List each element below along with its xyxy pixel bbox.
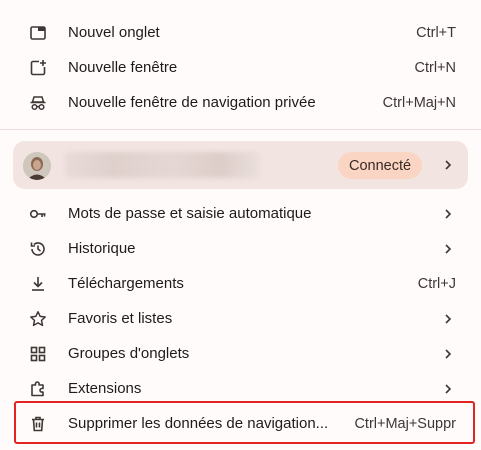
key-icon (26, 202, 50, 226)
menu-item-label: Mots de passe et saisie automatique (68, 204, 312, 222)
chevron-right-icon (445, 208, 452, 219)
new-tab-icon (26, 21, 50, 45)
menu-item-clear-browsing-data[interactable]: Supprimer les données de navigation... C… (0, 406, 481, 441)
menu-divider (0, 129, 481, 130)
profile-row[interactable]: Connecté (13, 141, 468, 189)
avatar (23, 152, 51, 180)
menu-item-history[interactable]: Historique (0, 231, 481, 266)
menu-item-new-window[interactable]: Nouvelle fenêtre Ctrl+N (0, 50, 481, 85)
menu-item-label: Nouvelle fenêtre de navigation privée (68, 93, 316, 111)
chevron-right-icon (445, 160, 452, 170)
menu-item-label: Téléchargements (68, 274, 184, 292)
menu-item-label: Nouvel onglet (68, 23, 160, 41)
trash-icon (26, 412, 50, 436)
menu-item-bookmarks[interactable]: Favoris et listes (0, 301, 481, 336)
incognito-icon (26, 91, 50, 115)
menu-item-label: Nouvelle fenêtre (68, 58, 178, 76)
menu-item-passwords[interactable]: Mots de passe et saisie automatique (0, 196, 481, 231)
star-icon (26, 307, 50, 331)
profile-name-blurred (65, 152, 260, 178)
puzzle-icon (26, 377, 50, 401)
chrome-main-menu: Nouvel onglet Ctrl+T Nouvelle fenêtre Ct… (0, 0, 481, 450)
menu-item-label: Historique (68, 239, 136, 257)
new-window-icon (26, 56, 50, 80)
status-badge: Connecté (338, 152, 423, 179)
download-icon (26, 272, 50, 296)
menu-item-extensions[interactable]: Extensions (0, 371, 481, 406)
menu-item-tab-groups[interactable]: Groupes d'onglets (0, 336, 481, 371)
menu-item-shortcut: Ctrl+Maj+N (382, 94, 456, 111)
menu-item-shortcut: Ctrl+Maj+Suppr (354, 415, 456, 432)
chevron-right-icon (445, 243, 452, 254)
chevron-right-icon (445, 313, 452, 324)
menu-item-downloads[interactable]: Téléchargements Ctrl+J (0, 266, 481, 301)
menu-item-shortcut: Ctrl+T (416, 24, 456, 41)
chevron-right-icon (445, 348, 452, 359)
menu-item-new-tab[interactable]: Nouvel onglet Ctrl+T (0, 15, 481, 50)
menu-item-label: Supprimer les données de navigation... (68, 414, 329, 432)
menu-item-shortcut: Ctrl+J (417, 275, 456, 292)
menu-item-label: Extensions (68, 379, 142, 397)
menu-item-new-private-window[interactable]: Nouvelle fenêtre de navigation privée Ct… (0, 85, 481, 120)
chevron-right-icon (445, 383, 452, 394)
tab-groups-icon (26, 342, 50, 366)
menu-item-label: Groupes d'onglets (68, 344, 190, 362)
menu-item-shortcut: Ctrl+N (414, 59, 457, 76)
history-icon (26, 237, 50, 261)
menu-item-label: Favoris et listes (68, 309, 173, 327)
